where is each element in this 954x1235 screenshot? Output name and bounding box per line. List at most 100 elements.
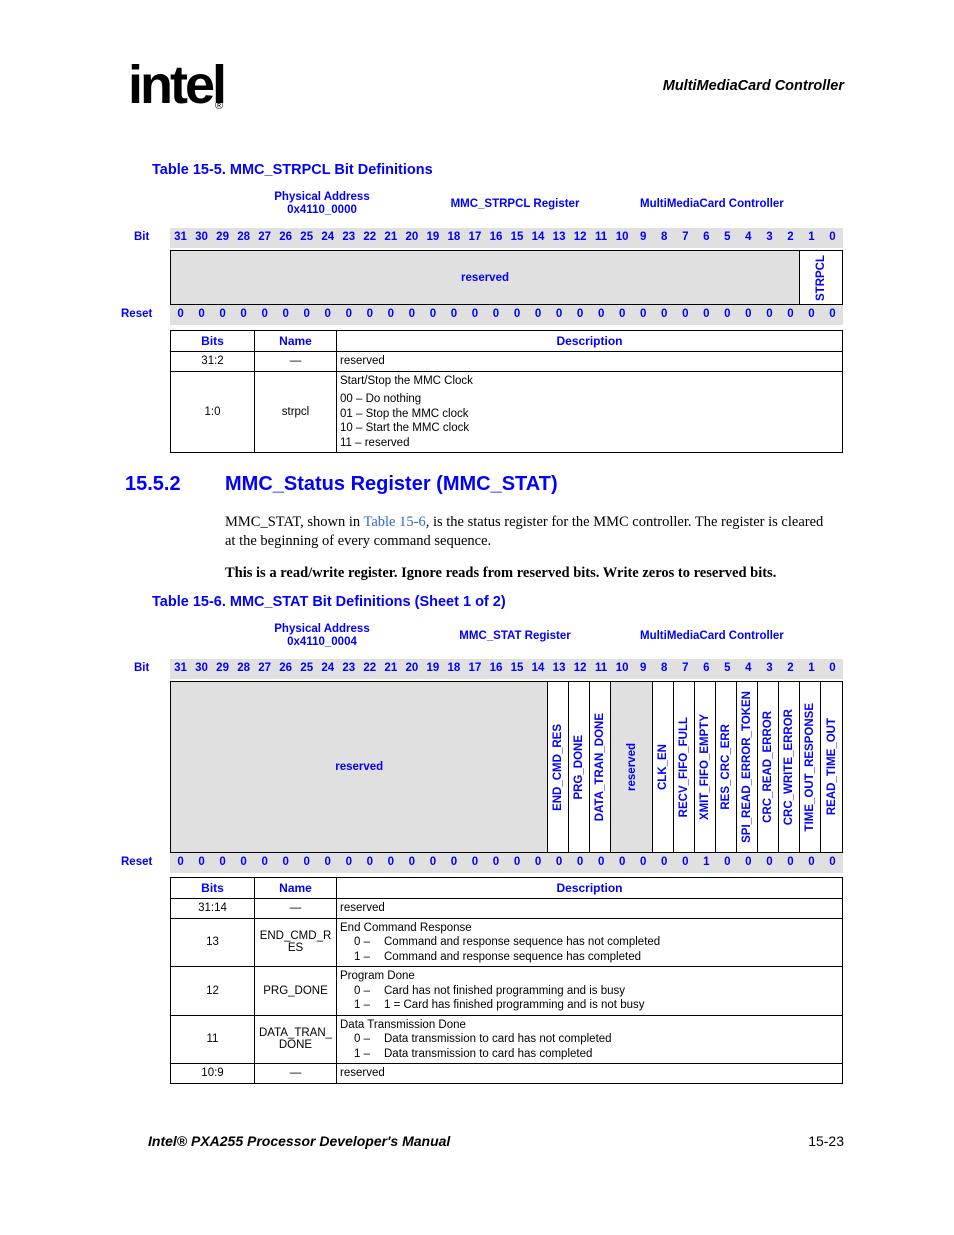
bit-number-cell: 20 xyxy=(405,231,419,243)
bit-number-cell: 2 xyxy=(787,231,794,243)
register-field-cell: PRG_DONE xyxy=(569,682,591,852)
section-number: 15.5.2 xyxy=(125,473,181,495)
bit-number-cell: 12 xyxy=(573,231,587,243)
description-option: 00 – Do nothing xyxy=(340,393,422,405)
reset-value-cell: 0 xyxy=(408,856,416,868)
bit-number-cell: 7 xyxy=(682,231,689,243)
bit-row-label-5: Bit xyxy=(134,231,150,243)
reset-value-cell: 0 xyxy=(408,308,416,320)
table-row: 13 END_CMD_R ES End Command Response 0 – Com… xyxy=(170,917,843,967)
register-field-label: XMIT_FIFO_EMPTY xyxy=(699,713,712,821)
register-field-cell: END_CMD_RES xyxy=(548,682,570,852)
bits-cell: 12 xyxy=(170,966,255,1016)
reset-row-label-6: Reset xyxy=(121,856,153,868)
register-field-label: CLK_EN xyxy=(657,743,670,790)
register-field-cell: READ_TIME_OUT xyxy=(821,682,842,852)
register-field-cell: reserved xyxy=(611,682,654,852)
column-header: Description xyxy=(336,877,843,899)
register-field-label: END_CMD_RES xyxy=(552,723,565,811)
phys-addr-value-5: 0x4110_0000 xyxy=(287,204,357,216)
reset-value-cell: 0 xyxy=(576,856,584,868)
reset-value-cell: 0 xyxy=(450,856,458,868)
bit-number-cell: 9 xyxy=(640,231,647,243)
bit-number-cell: 18 xyxy=(447,662,461,674)
register-field-cell: STRPCL xyxy=(800,251,842,304)
reset-value-cell: 0 xyxy=(808,856,815,868)
register-field-label: reserved xyxy=(461,271,510,284)
description-title: Start/Stop the MMC Clock xyxy=(340,374,473,387)
description-option: 10 – Start the MMC clock xyxy=(340,422,470,434)
reset-value-cell: 0 xyxy=(661,308,668,320)
bit-row-label-6: Bit xyxy=(134,662,150,674)
bit-number-cell: 29 xyxy=(216,231,229,243)
bits-cell: 31:14 xyxy=(170,898,255,919)
reset-value-cell: 0 xyxy=(471,308,479,320)
reset-value-cell: 0 xyxy=(366,308,373,320)
reset-value-cell: 0 xyxy=(429,856,437,868)
bit-number-cell: 11 xyxy=(595,231,608,243)
table-15-6-link[interactable]: Table 15-6 xyxy=(364,514,426,530)
description-option: 1 –1 = Card has finished programming and… xyxy=(354,999,645,1011)
bit-number-cell: 14 xyxy=(531,231,545,243)
register-field-cell: XMIT_FIFO_EMPTY xyxy=(695,682,717,852)
description-option: 1 – Command and response sequence has com… xyxy=(354,950,641,963)
register-field-label: READ_TIME_OUT xyxy=(825,718,838,816)
register-field-cell: SPI_READ_ERROR_TOKEN xyxy=(737,682,759,852)
register-field-cell: reserved xyxy=(171,251,801,304)
bit-number-cell: 10 xyxy=(615,231,629,243)
table-15-6-caption: Table 15-6. MMC_STAT Bit Definitions (Sh… xyxy=(152,594,506,610)
bit-number-cell: 2 xyxy=(787,662,794,674)
reset-value-cell: 0 xyxy=(640,308,647,320)
description-cell: reserved xyxy=(336,898,843,919)
bit-number-cell: 1 xyxy=(808,231,815,243)
register-field-label: CRC_WRITE_ERROR xyxy=(783,708,796,826)
reset-value-cell: 0 xyxy=(534,308,542,320)
table-row: 31:2— reserved xyxy=(170,351,843,372)
bit-number-cell: 1 xyxy=(808,662,815,674)
document-page: intel ® MultiMediaCard Controller Table … xyxy=(0,0,954,1235)
reset-value-cell: 1 xyxy=(703,856,710,868)
reset-value-cell: 0 xyxy=(787,308,794,320)
reset-value-cell: 0 xyxy=(640,856,647,868)
register-name-6: MMC_STAT Register xyxy=(459,630,571,642)
name-cell: DATA_TRAN_ DONE xyxy=(254,1014,337,1064)
register-field-label: reserved xyxy=(335,761,384,773)
reset-value-cell: 0 xyxy=(303,856,310,868)
reset-value-cell: 0 xyxy=(555,308,563,320)
bit-number-cell: 3 xyxy=(766,662,773,674)
bit-number-cell: 0 xyxy=(829,231,836,243)
column-header: Bits xyxy=(170,330,255,352)
register-field-cell: RECV_FIFO_FULL xyxy=(674,682,696,852)
bit-number-cell: 9 xyxy=(640,662,647,674)
bit-number-cell: 24 xyxy=(321,231,335,243)
description-option: 0 – Data transmission to card has not com… xyxy=(354,1033,612,1045)
bit-number-cell: 4 xyxy=(745,662,752,674)
table-header-row: Bits Name Description xyxy=(170,877,843,899)
reset-value-cell: 0 xyxy=(787,856,794,868)
description-cell: Program Done 0 – Card has not finished pro… xyxy=(336,966,843,1016)
reset-value-cell: 0 xyxy=(513,308,521,320)
table-row: 10:9— reserved xyxy=(170,1063,843,1084)
bit-number-cell: 5 xyxy=(724,662,731,674)
column-header: Description xyxy=(336,330,843,352)
section-paragraph-1: MMC_STAT, shown in Table 15-6, is the st… xyxy=(225,513,825,551)
reset-value-cell: 0 xyxy=(219,308,226,320)
bit-number-cell: 8 xyxy=(661,662,668,674)
register-field-label: RECV_FIFO_FULL xyxy=(678,716,691,818)
reset-value-cell: 0 xyxy=(513,856,521,868)
bit-number-cell: 4 xyxy=(745,231,752,243)
bit-number-cell: 26 xyxy=(279,662,293,674)
bit-number-cell: 13 xyxy=(552,662,566,674)
phys-addr-label-6: Physical Address xyxy=(274,623,370,635)
reset-value-cell: 0 xyxy=(703,308,710,320)
unit-name-5: MultiMediaCard Controller xyxy=(640,198,784,210)
description-cell: End Command Response 0 – Command and respo… xyxy=(336,917,843,967)
bit-number-cell: 22 xyxy=(363,662,377,674)
reset-value-cell: 0 xyxy=(597,308,605,320)
reset-value-cell: 0 xyxy=(324,856,331,868)
section-title: MMC_Status Register (MMC_STAT) xyxy=(225,473,558,495)
bit-number-cell: 26 xyxy=(279,231,293,243)
table-row: 12 PRG_DONE Program Done 0 – Card has not fi… xyxy=(170,966,843,1016)
name-cell: strpcl xyxy=(254,370,337,453)
reset-value-cell: 0 xyxy=(682,308,689,320)
